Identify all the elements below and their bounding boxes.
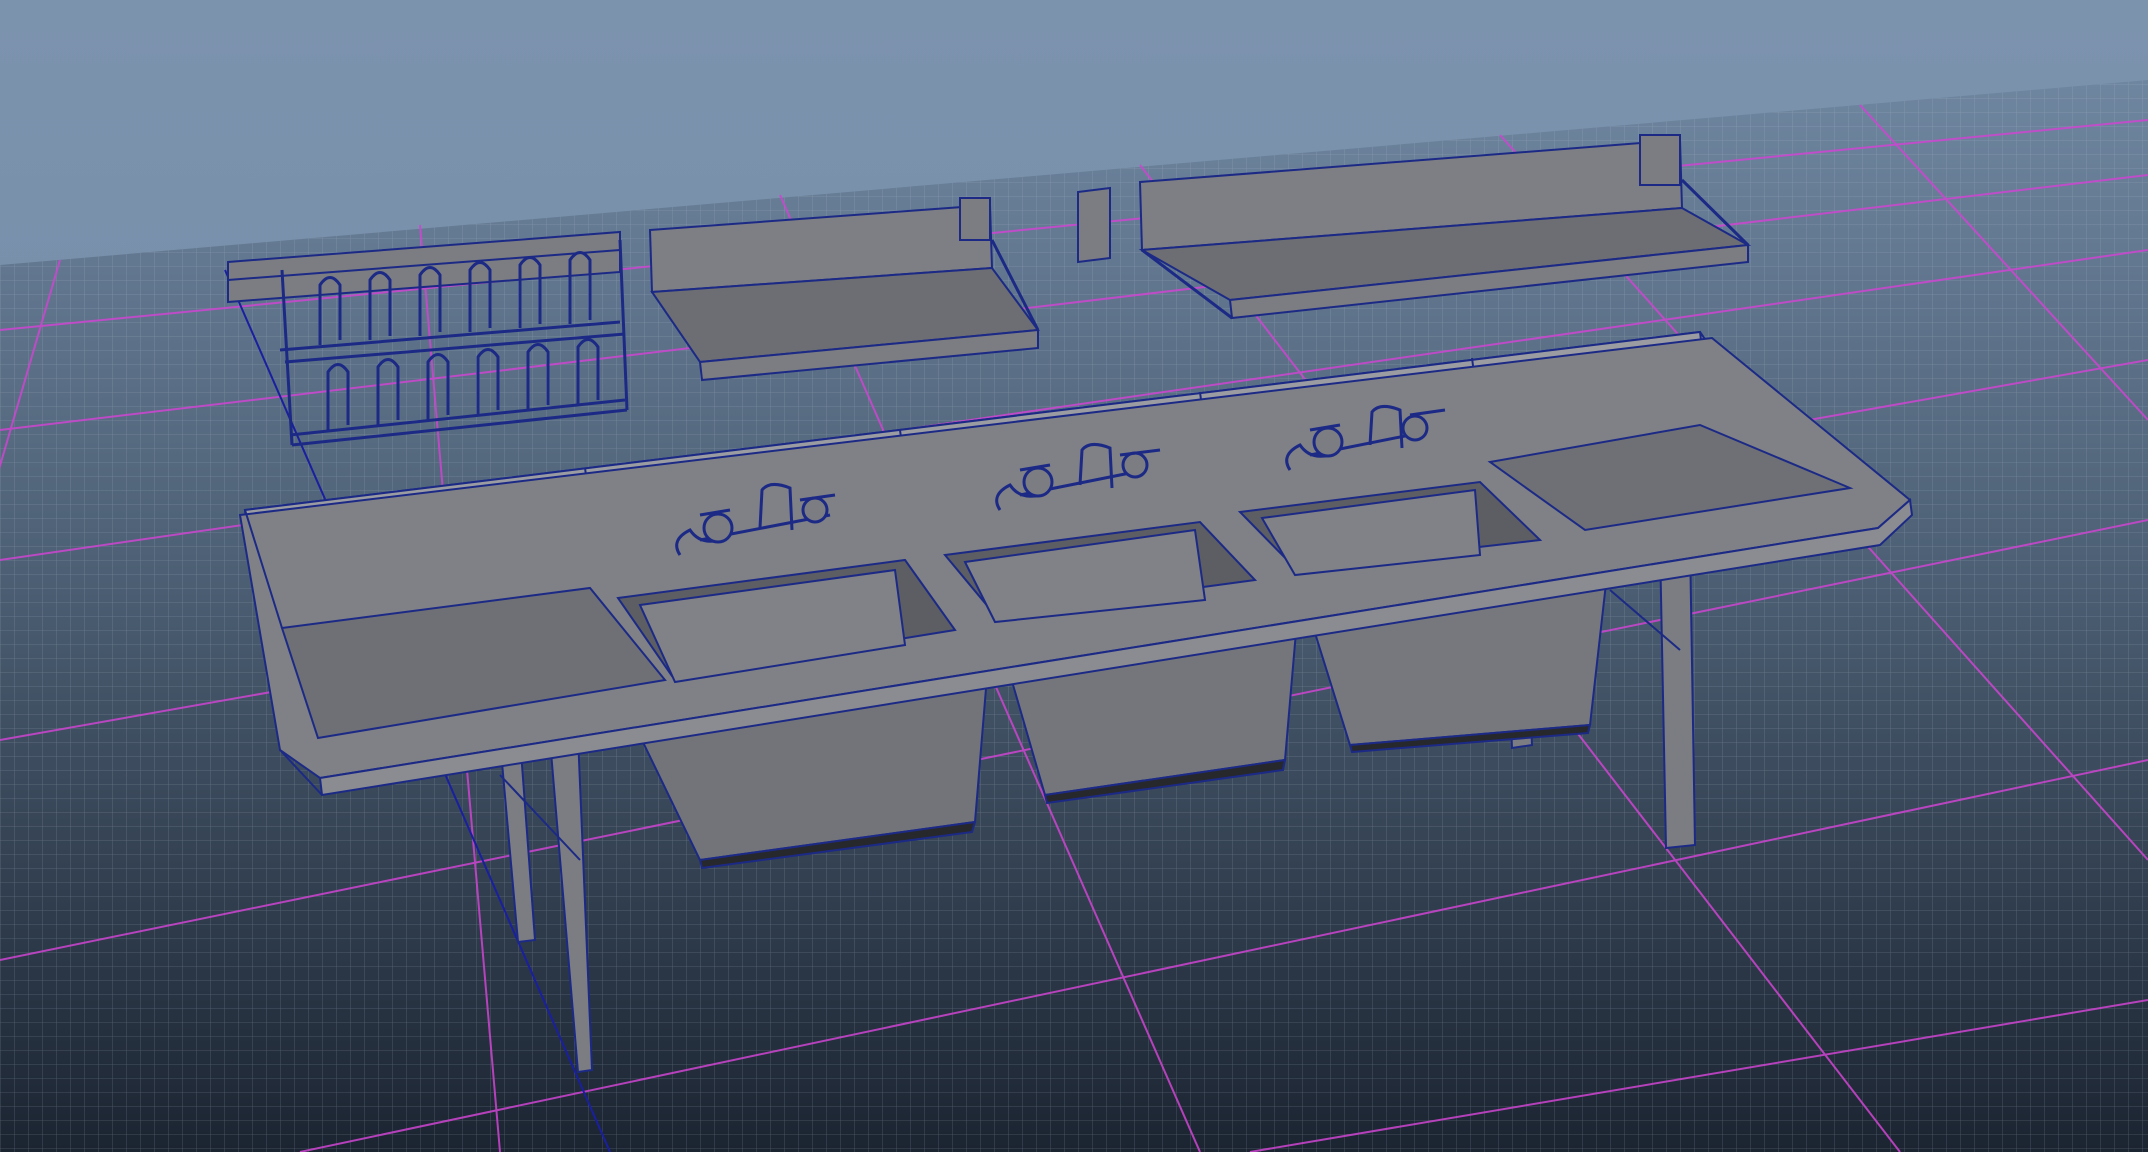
3d-viewport[interactable] <box>0 0 2148 1152</box>
viewport-canvas[interactable] <box>0 0 2148 1152</box>
small-wall-shelf[interactable] <box>648 197 1040 382</box>
